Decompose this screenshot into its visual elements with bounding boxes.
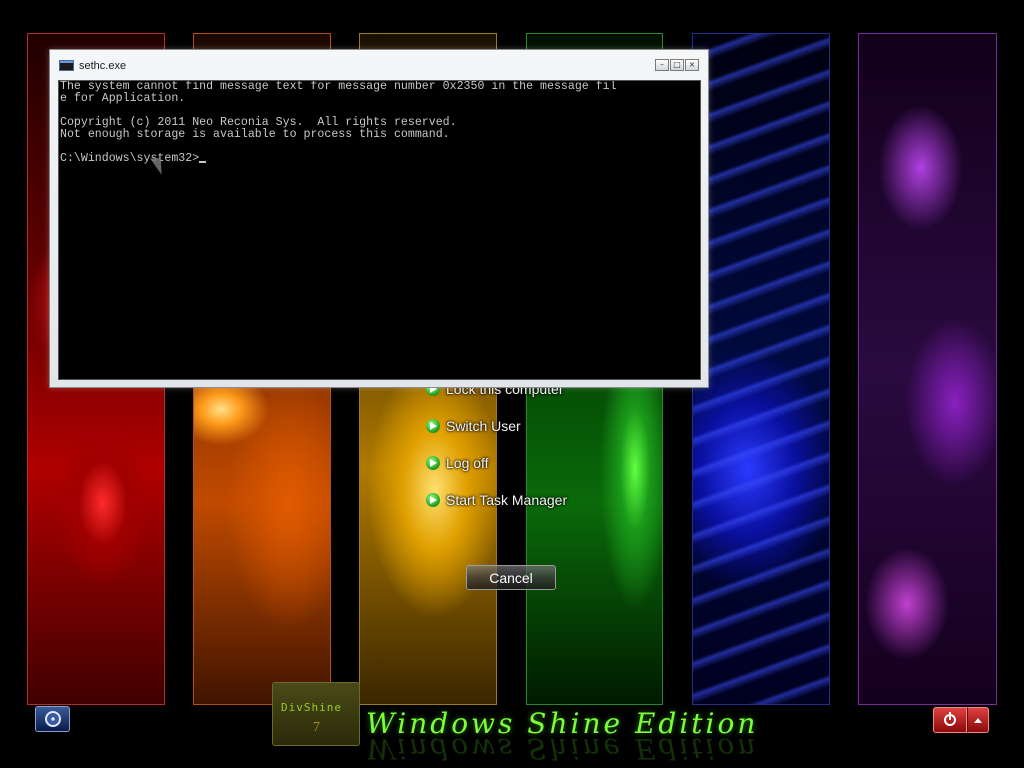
console-prompt-line[interactable]: C:\Windows\system32> <box>60 152 207 165</box>
brand-logo: DivShine 7 <box>272 682 360 746</box>
console-output[interactable]: The system cannot find message text for … <box>58 80 701 380</box>
ease-of-access-button[interactable] <box>35 706 70 732</box>
shutdown-button[interactable] <box>933 707 967 733</box>
close-button[interactable]: × <box>685 59 699 71</box>
window-controls: – □ × <box>654 59 699 71</box>
menu-item-switch-user[interactable]: Switch User <box>426 415 521 437</box>
wallpaper-panel-blue <box>692 33 830 705</box>
console-line: Not enough storage is available to proce… <box>60 128 450 141</box>
console-window[interactable]: sethc.exe – □ × The system cannot find m… <box>49 49 709 388</box>
maximize-button[interactable]: □ <box>670 59 684 71</box>
console-line: e for Application. <box>60 92 186 105</box>
menu-item-log-off[interactable]: Log off <box>426 452 489 474</box>
console-prompt: C:\Windows\system32> <box>60 152 200 165</box>
brand-title-reflection: Windows Shine Edition <box>366 735 759 765</box>
text-cursor <box>199 161 207 163</box>
cancel-button[interactable]: Cancel <box>466 565 556 590</box>
menu-item-label: Switch User <box>446 418 521 434</box>
logo-number: 7 <box>313 720 320 735</box>
wallpaper-panel-purple <box>858 33 997 705</box>
console-icon <box>59 60 74 71</box>
window-title: sethc.exe <box>79 60 127 72</box>
console-titlebar[interactable]: sethc.exe – □ × <box>50 50 708 80</box>
up-arrow-icon <box>974 717 982 723</box>
logo-text: DivShine <box>281 701 342 714</box>
shutdown-options-button[interactable] <box>967 707 989 733</box>
menu-item-start-task-manager[interactable]: Start Task Manager <box>426 489 567 511</box>
green-arrow-icon <box>426 493 440 507</box>
power-icon <box>944 712 956 726</box>
green-arrow-icon <box>426 419 440 433</box>
menu-item-label: Log off <box>446 455 489 471</box>
minimize-button[interactable]: – <box>655 59 669 71</box>
ease-of-access-icon <box>44 711 61 727</box>
menu-item-label: Start Task Manager <box>446 492 568 508</box>
green-arrow-icon <box>426 456 440 470</box>
